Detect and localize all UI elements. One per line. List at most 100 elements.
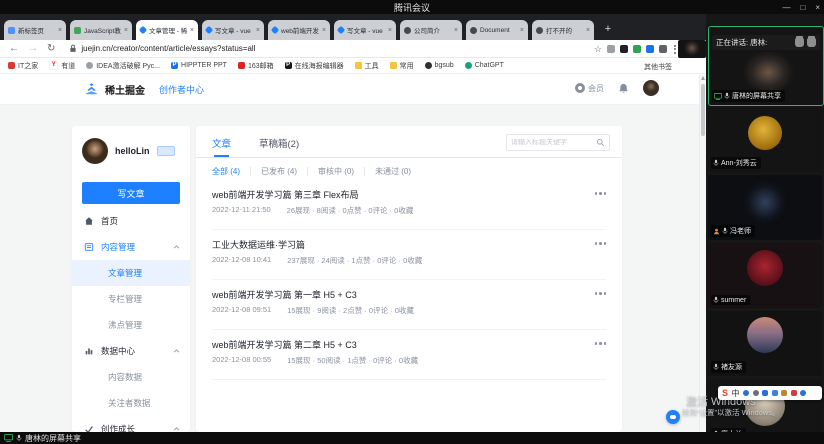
participant-tile[interactable]: Ann-刘秀云 (708, 107, 822, 172)
article-row[interactable]: web前端开发学习篇 第三章 Flex布局 2022-12-11 21:5026… (196, 180, 622, 230)
more-actions-icon[interactable] (595, 192, 607, 195)
bookmark-item[interactable]: bgsub (425, 62, 454, 69)
tab-drafts[interactable]: 草稿箱(2) (259, 136, 299, 150)
title-search-box[interactable] (506, 134, 610, 151)
article-row[interactable]: 工业大数据运维·学习篇 2022-12-08 10:41237展现 · 24阅读… (196, 230, 622, 280)
browser-tab-broken[interactable]: 打不开的× (532, 20, 594, 40)
tab-close-icon[interactable]: × (124, 27, 128, 34)
bookmark-folder[interactable]: 常用 (390, 61, 414, 71)
tab-close-icon[interactable]: × (190, 27, 194, 34)
filter-published[interactable]: 已发布 (4) (261, 166, 297, 177)
tab-close-icon[interactable]: × (586, 27, 590, 34)
ime-mode-chinese[interactable]: 中 (732, 388, 740, 399)
search-icon[interactable] (596, 138, 605, 147)
article-title[interactable]: web前端开发学习篇 第二章 H5 + C3 (212, 338, 357, 351)
notification-bell-icon[interactable] (618, 83, 629, 94)
bookmark-item[interactable]: P在线海报编辑器 (285, 61, 344, 71)
forward-button[interactable]: → (28, 44, 38, 54)
voice-input-icon[interactable] (762, 390, 768, 396)
browser-menu-icon[interactable] (674, 45, 676, 54)
more-actions-icon[interactable] (595, 242, 607, 245)
other-bookmarks-label[interactable]: 其他书签 (644, 62, 672, 72)
participant-tile[interactable]: summer (708, 243, 822, 308)
keyboard-icon[interactable] (772, 390, 778, 396)
sidebar-item-pin-manage[interactable]: 沸点管理 (72, 312, 190, 338)
write-article-button[interactable]: 写文章 (82, 182, 180, 204)
extension-icon[interactable] (620, 45, 628, 53)
sidebar-item-follower-data[interactable]: 关注者数据 (72, 390, 190, 416)
tab-articles[interactable]: 文章 (212, 136, 231, 150)
user-block[interactable]: helloLin (82, 138, 175, 164)
bookmark-star-icon[interactable]: ☆ (594, 44, 602, 55)
portal-label[interactable]: 创作者中心 (159, 83, 204, 96)
bookmark-item[interactable]: IT之家 (8, 61, 38, 71)
browser-tab-company[interactable]: 公司简介× (400, 20, 462, 40)
shirt-skin-icon[interactable] (791, 390, 797, 396)
close-button[interactable]: × (815, 3, 820, 12)
tab-close-icon[interactable]: × (388, 27, 392, 34)
sidebar-item-creator-growth[interactable]: 创作成长 (72, 416, 190, 432)
article-title[interactable]: 工业大数据运维·学习篇 (212, 238, 305, 251)
more-actions-icon[interactable] (595, 342, 607, 345)
bookmark-item[interactable]: IDEA激活破解 Pyc... (86, 61, 160, 71)
wrench-settings-icon[interactable] (800, 390, 806, 396)
back-button[interactable]: ← (9, 44, 19, 54)
new-tab-button[interactable]: + (600, 20, 616, 38)
extension-icon[interactable] (607, 45, 615, 53)
article-row[interactable]: web前端开发学习篇 第二章 H5 + C3 2022-12-08 00:551… (196, 330, 622, 380)
article-title[interactable]: web前端开发学习篇 第一章 H5 + C3 (212, 288, 357, 301)
page-scrollbar[interactable] (699, 75, 706, 432)
sidebar-item-content-manage[interactable]: 内容管理 (72, 234, 190, 260)
filter-reviewing[interactable]: 审核中 (0) (318, 166, 354, 177)
search-input[interactable] (507, 139, 596, 146)
scroll-up-arrow[interactable] (701, 76, 705, 80)
moon-icon[interactable] (743, 390, 749, 396)
filter-all[interactable]: 全部 (4) (212, 166, 240, 177)
participant-tile-screen-share[interactable]: 正在讲话: 唐林: 唐林的屏幕共享 (708, 26, 824, 106)
browser-tab-write-1[interactable]: 写文章 - vue× (202, 20, 264, 40)
browser-tab-write-2[interactable]: 写文章 - vue× (334, 20, 396, 40)
browser-tab-web-frontend[interactable]: web前端开发× (268, 20, 330, 40)
maximize-button[interactable]: □ (800, 3, 805, 12)
sidebar-item-column-manage[interactable]: 专栏管理 (72, 286, 190, 312)
bookmark-item[interactable]: Y有道 (49, 61, 75, 71)
bookmark-item[interactable]: PHIPPTER PPT (171, 62, 227, 69)
more-actions-icon[interactable] (595, 292, 607, 295)
sidebar-item-data-center[interactable]: 数据中心 (72, 338, 190, 364)
participant-tile[interactable]: 冯老师 (708, 175, 822, 240)
sidebar-item-content-data[interactable]: 内容数据 (72, 364, 190, 390)
tab-close-icon[interactable]: × (58, 27, 62, 34)
bookmark-item[interactable]: ChatGPT (465, 62, 504, 69)
paw-icon[interactable] (753, 390, 759, 396)
browser-tab-newtab[interactable]: 新标签页× (4, 20, 66, 40)
filter-rejected[interactable]: 未通过 (0) (375, 166, 411, 177)
reload-button[interactable]: ↻ (47, 44, 55, 54)
tab-close-icon[interactable]: × (322, 27, 326, 34)
participant-tile[interactable]: 褚友源 (708, 311, 822, 376)
bookmark-folder[interactable]: 工具 (355, 61, 379, 71)
article-row[interactable]: web前端开发学习篇 第一章 H5 + C3 2022-12-08 09:511… (196, 280, 622, 330)
minimize-button[interactable]: — (782, 3, 790, 12)
tab-close-icon[interactable]: × (520, 27, 524, 34)
user-avatar[interactable] (643, 80, 659, 96)
article-title[interactable]: web前端开发学习篇 第三章 Flex布局 (212, 188, 359, 201)
browser-tab-document[interactable]: Document× (466, 20, 528, 40)
bookmark-item[interactable]: 163邮箱 (238, 61, 274, 71)
skin-cup-icon[interactable] (781, 390, 787, 396)
sogou-logo-icon[interactable]: S (722, 388, 728, 398)
feedback-chat-button[interactable] (666, 410, 680, 424)
sogou-input-toolbar[interactable]: S 中 (718, 386, 822, 400)
sidebar-item-home[interactable]: 首页 (72, 208, 190, 234)
extension-icon[interactable] (633, 45, 641, 53)
tab-close-icon[interactable]: × (256, 27, 260, 34)
floating-video-thumbnail[interactable] (678, 40, 706, 58)
brand-name[interactable]: 稀土掘金 (105, 82, 145, 97)
browser-tab-javascript[interactable]: JavaScript教× (70, 20, 132, 40)
tab-close-icon[interactable]: × (454, 27, 458, 34)
avatar[interactable] (82, 138, 108, 164)
member-entry[interactable]: 会员 (575, 83, 604, 94)
address-bar[interactable]: juejin.cn/creator/content/article/essays… (69, 44, 255, 53)
browser-tab-article-manage[interactable]: 文章管理 - 稀× (136, 20, 198, 40)
extensions-puzzle-icon[interactable] (659, 45, 667, 53)
extension-icon[interactable] (646, 45, 654, 53)
